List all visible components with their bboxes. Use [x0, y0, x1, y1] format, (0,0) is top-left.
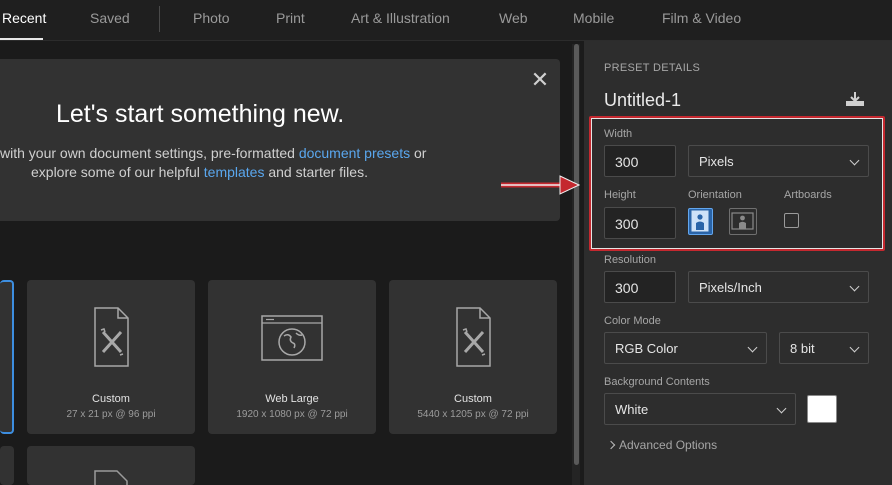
chevron-down-icon: [849, 281, 860, 292]
welcome-line-1: with your own document settings, pre-for…: [0, 145, 426, 161]
document-presets-link[interactable]: document presets: [299, 145, 410, 161]
card-title: Custom: [454, 393, 492, 405]
welcome-line-1-text: with your own document settings, pre-for…: [0, 145, 299, 161]
tab-separator: [159, 6, 160, 32]
bit-depth-select[interactable]: 8 bit: [779, 332, 869, 364]
resolution-label: Resolution: [604, 254, 656, 266]
resolution-unit-value: Pixels/Inch: [699, 280, 762, 295]
chevron-down-icon: [776, 403, 787, 414]
card-subtitle: 5440 x 1205 px @ 72 ppi: [417, 409, 529, 420]
tab-film-video[interactable]: Film & Video: [662, 10, 741, 26]
background-contents-select[interactable]: White: [604, 393, 796, 425]
tab-print[interactable]: Print: [276, 10, 305, 26]
tab-photo[interactable]: Photo: [193, 10, 230, 26]
card-subtitle: 27 x 21 px @ 96 ppi: [66, 409, 156, 420]
chevron-down-icon: [849, 342, 860, 353]
active-tab-underline: [0, 38, 43, 40]
tab-recent[interactable]: Recent: [2, 10, 46, 26]
color-mode-value: RGB Color: [615, 341, 678, 356]
close-icon[interactable]: ✕: [530, 69, 550, 91]
save-preset-icon[interactable]: [845, 91, 865, 107]
tab-saved[interactable]: Saved: [90, 10, 130, 26]
color-mode-select[interactable]: RGB Color: [604, 332, 767, 364]
highlight-box: [589, 116, 885, 251]
selected-preset-card[interactable]: [0, 280, 14, 434]
bit-depth-value: 8 bit: [790, 341, 815, 356]
templates-link[interactable]: templates: [204, 164, 265, 180]
custom-doc-icon: [94, 307, 129, 367]
chevron-down-icon: [747, 342, 758, 353]
preset-card-custom-2[interactable]: Custom 5440 x 1205 px @ 72 ppi: [389, 280, 557, 434]
advanced-options-toggle[interactable]: Advanced Options: [606, 438, 718, 452]
color-mode-label: Color Mode: [604, 315, 661, 327]
welcome-title: Let's start something new.: [56, 100, 345, 128]
tab-art-illustration[interactable]: Art & Illustration: [351, 10, 450, 26]
background-contents-label: Background Contents: [604, 376, 710, 388]
background-contents-value: White: [615, 402, 649, 417]
welcome-line-2-end: and starter files.: [264, 164, 368, 180]
preset-details-label: PRESET DETAILS: [604, 62, 701, 74]
category-tabs: Recent Saved Photo Print Art & Illustrat…: [0, 0, 892, 41]
web-globe-icon: [261, 315, 323, 361]
welcome-banner: [0, 59, 560, 221]
custom-doc-icon: [456, 307, 491, 367]
welcome-line-2: explore some of our helpful templates an…: [31, 164, 368, 180]
preset-card-partial[interactable]: [0, 446, 14, 485]
welcome-line-1-end: or: [410, 145, 427, 161]
card-subtitle: 1920 x 1080 px @ 72 ppi: [236, 409, 348, 420]
tab-web[interactable]: Web: [499, 10, 528, 26]
scrollbar-thumb[interactable]: [574, 44, 579, 465]
resolution-unit-select[interactable]: Pixels/Inch: [688, 271, 869, 303]
pointer-arrow-icon: [501, 175, 580, 195]
preset-card-partial[interactable]: [27, 446, 195, 485]
chevron-right-icon: [606, 440, 616, 450]
card-title: Custom: [92, 393, 130, 405]
advanced-options-label: Advanced Options: [619, 438, 718, 452]
document-name[interactable]: Untitled-1: [604, 90, 681, 111]
resolution-input[interactable]: 300: [604, 271, 676, 303]
card-title: Web Large: [265, 393, 319, 405]
tab-mobile[interactable]: Mobile: [573, 10, 614, 26]
preset-card-web-large[interactable]: Web Large 1920 x 1080 px @ 72 ppi: [208, 280, 376, 434]
preset-card-custom-1[interactable]: Custom 27 x 21 px @ 96 ppi: [27, 280, 195, 434]
custom-doc-icon: [94, 470, 128, 485]
welcome-line-2-text: explore some of our helpful: [31, 164, 204, 180]
background-color-swatch[interactable]: [807, 395, 837, 423]
